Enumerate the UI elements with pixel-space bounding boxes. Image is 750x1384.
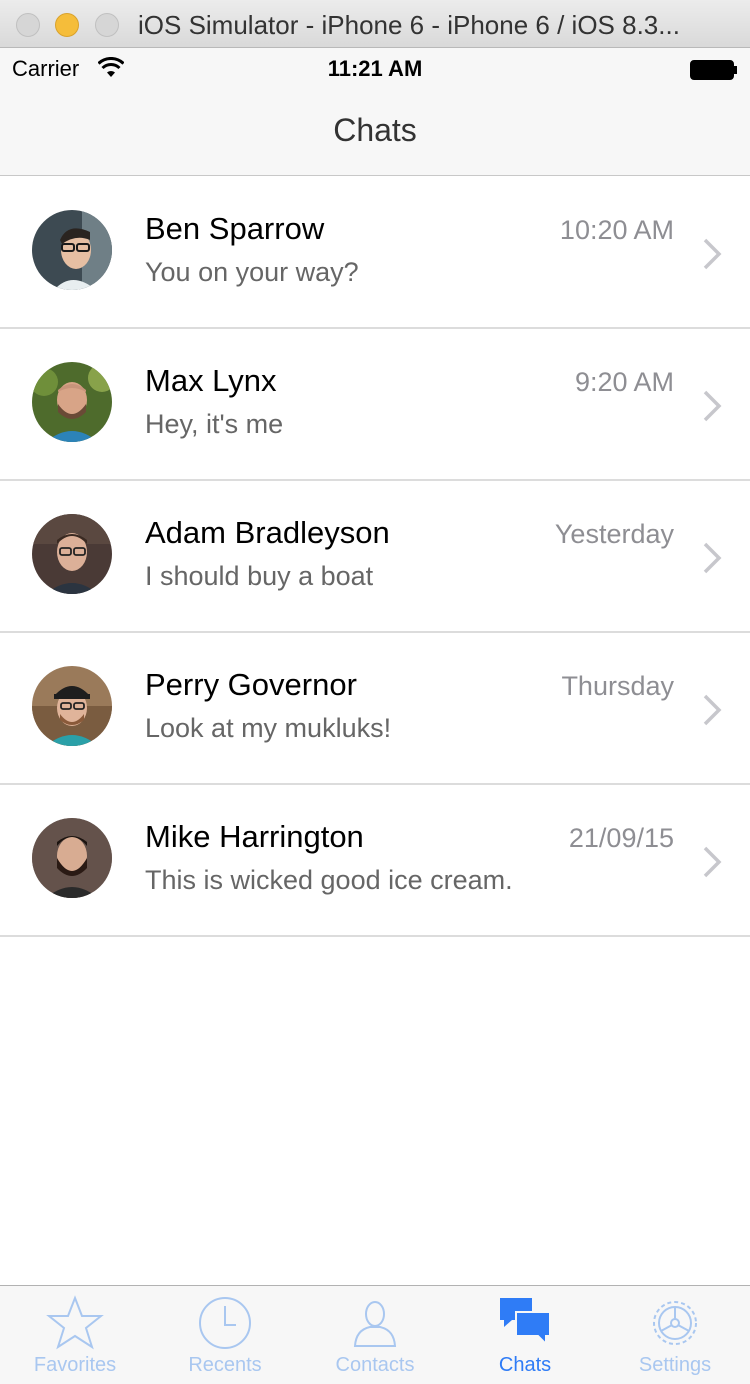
avatar xyxy=(32,666,112,746)
window-close-button[interactable] xyxy=(16,13,40,37)
page-title: Chats xyxy=(333,112,417,148)
chat-row-mike-harrington[interactable]: Mike Harrington 21/09/15 This is wicked … xyxy=(0,785,750,937)
clock-icon xyxy=(199,1297,251,1349)
chevron-right-icon xyxy=(703,238,722,270)
star-icon xyxy=(46,1295,104,1350)
chat-list: Ben Sparrow 10:20 AM You on your way? Ma… xyxy=(0,177,750,937)
status-bar: Carrier 11:21 AM xyxy=(0,48,750,90)
chat-last-message: I should buy a boat xyxy=(145,561,374,591)
chevron-right-icon xyxy=(703,542,722,574)
window-zoom-button[interactable] xyxy=(95,13,119,37)
navigation-bar: Chats xyxy=(0,90,750,176)
person-icon xyxy=(353,1301,397,1347)
tab-label: Contacts xyxy=(335,1354,415,1376)
chevron-right-icon xyxy=(703,694,722,726)
chat-contact-name: Perry Governor xyxy=(145,667,357,702)
chat-contact-name: Ben Sparrow xyxy=(145,211,325,246)
chat-row-ben-sparrow[interactable]: Ben Sparrow 10:20 AM You on your way? xyxy=(0,177,750,329)
tab-label: Recents xyxy=(188,1354,262,1376)
chat-row-adam-bradleyson[interactable]: Adam Bradleyson Yesterday I should buy a… xyxy=(0,481,750,633)
chat-row-max-lynx[interactable]: Max Lynx 9:20 AM Hey, it's me xyxy=(0,329,750,481)
avatar xyxy=(32,818,112,898)
window-minimize-button[interactable] xyxy=(55,13,79,37)
tab-chats[interactable]: Chats xyxy=(450,1286,600,1384)
tab-recents[interactable]: Recents xyxy=(150,1286,300,1384)
window-title: iOS Simulator - iPhone 6 - iPhone 6 / iO… xyxy=(138,10,680,40)
chat-bubbles-icon xyxy=(500,1298,551,1347)
tab-label: Settings xyxy=(638,1354,712,1376)
window-titlebar: iOS Simulator - iPhone 6 - iPhone 6 / iO… xyxy=(0,0,750,48)
avatar xyxy=(32,362,112,442)
tab-contacts[interactable]: Contacts xyxy=(300,1286,450,1384)
tab-favorites[interactable]: Favorites xyxy=(0,1286,150,1384)
chevron-right-icon xyxy=(703,390,722,422)
chat-contact-name: Adam Bradleyson xyxy=(145,515,390,550)
chat-last-message: Look at my mukluks! xyxy=(145,713,392,743)
gear-icon xyxy=(653,1301,697,1345)
chat-last-message: This is wicked good ice cream. xyxy=(145,865,513,895)
tab-bar: Favorites Recents Contacts Chats Setting… xyxy=(0,1285,750,1384)
chat-timestamp: Thursday xyxy=(561,671,674,701)
status-time: 11:21 AM xyxy=(327,56,423,81)
chat-contact-name: Mike Harrington xyxy=(145,819,364,854)
tab-label: Chats xyxy=(498,1354,552,1376)
chevron-right-icon xyxy=(703,846,722,878)
chat-timestamp: 21/09/15 xyxy=(568,823,674,853)
chat-timestamp: 10:20 AM xyxy=(559,215,674,245)
chat-contact-name: Max Lynx xyxy=(145,363,277,398)
chat-timestamp: 9:20 AM xyxy=(574,367,674,397)
chat-timestamp: Yesterday xyxy=(554,519,674,549)
tab-label: Favorites xyxy=(33,1354,117,1376)
tab-settings[interactable]: Settings xyxy=(600,1286,750,1384)
avatar xyxy=(32,210,112,290)
avatar xyxy=(32,514,112,594)
chat-last-message: You on your way? xyxy=(145,257,359,287)
chat-last-message: Hey, it's me xyxy=(145,409,284,439)
chat-row-perry-governor[interactable]: Perry Governor Thursday Look at my muklu… xyxy=(0,633,750,785)
battery-icon xyxy=(690,60,737,80)
